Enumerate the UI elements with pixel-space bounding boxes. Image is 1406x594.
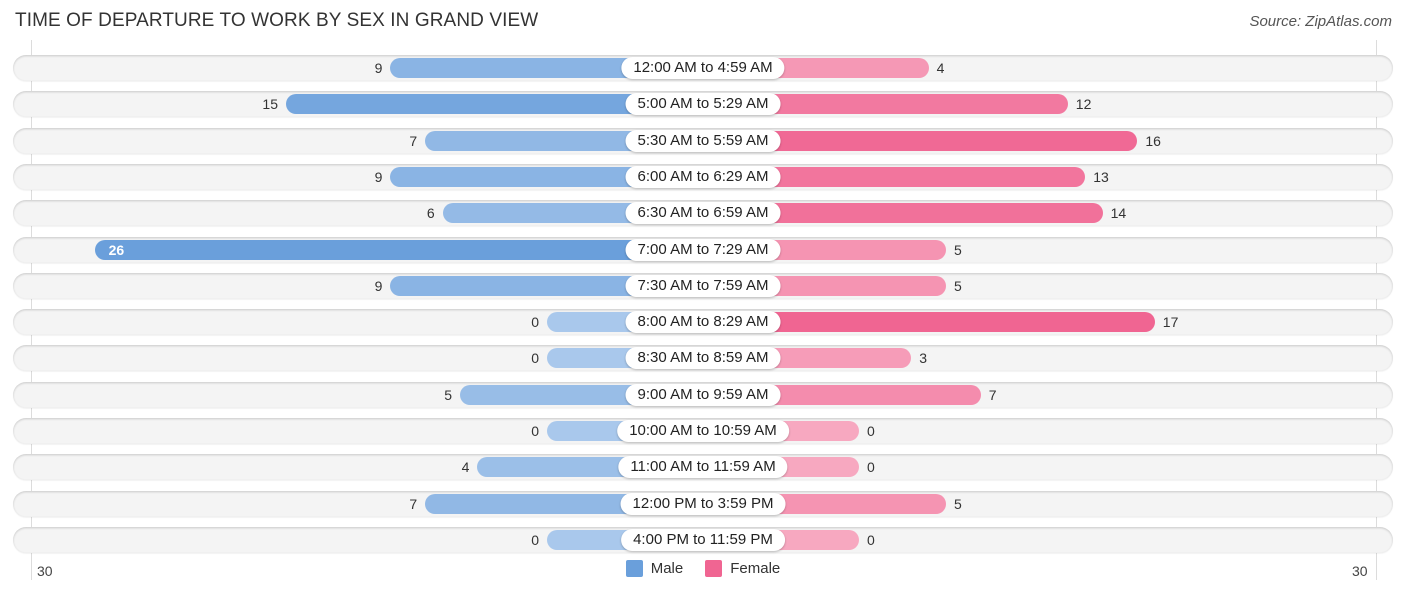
category-label: 6:30 AM to 6:59 AM [625, 202, 781, 225]
category-label: 7:00 AM to 7:29 AM [625, 238, 781, 261]
male-value-label: 9 [374, 168, 383, 185]
female-value-label: 5 [954, 241, 962, 258]
female-value-label: 13 [1093, 168, 1109, 185]
chart-title: TIME OF DEPARTURE TO WORK BY SEX IN GRAN… [15, 10, 539, 31]
male-value-label: 9 [374, 60, 383, 76]
male-value-label: 4 [461, 459, 470, 476]
legend: Male Female [0, 560, 1406, 577]
category-label: 10:00 AM to 10:59 AM [617, 420, 789, 442]
category-label: 5:30 AM to 5:59 AM [625, 129, 781, 152]
male-value-label: 0 [531, 314, 539, 331]
male-value-label: 7 [409, 132, 418, 149]
female-value-label: 3 [919, 350, 927, 367]
female-value-label: 0 [867, 423, 875, 439]
male-value-label: 5 [444, 386, 452, 403]
legend-item-female[interactable]: Female [705, 560, 780, 577]
category-label: 12:00 PM to 3:59 PM [620, 492, 786, 515]
female-value-label: 5 [954, 277, 962, 294]
female-value-label: 7 [988, 386, 997, 403]
male-bar[interactable] [94, 239, 703, 260]
source-label: Source: ZipAtlas.com [1249, 13, 1392, 30]
male-value-label: 15 [262, 96, 278, 113]
category-label: 5:00 AM to 5:29 AM [625, 93, 781, 116]
male-value-label: 9 [374, 277, 383, 294]
female-value-label: 17 [1162, 314, 1179, 331]
female-value-label: 0 [867, 459, 875, 476]
female-value-label: 16 [1145, 132, 1161, 149]
male-value-label: 7 [409, 495, 418, 512]
male-value-label: 26 [108, 241, 125, 258]
legend-label-male: Male [650, 560, 684, 577]
category-label: 11:00 AM to 11:59 AM [618, 456, 788, 479]
category-label: 8:30 AM to 8:59 AM [625, 347, 781, 370]
category-label: 4:00 PM to 11:59 PM [621, 528, 785, 551]
female-value-label: 12 [1075, 96, 1092, 113]
female-value-label: 5 [954, 495, 962, 512]
male-value-label: 0 [531, 531, 539, 548]
category-label: 7:30 AM to 7:59 AM [625, 274, 781, 297]
female-value-label: 14 [1110, 205, 1127, 222]
female-swatch-icon [705, 560, 723, 577]
category-label: 12:00 AM to 4:59 AM [621, 57, 785, 79]
category-label: 9:00 AM to 9:59 AM [625, 383, 781, 406]
female-value-label: 4 [936, 60, 945, 76]
male-value-label: 0 [531, 423, 539, 439]
male-value-label: 6 [426, 205, 435, 222]
legend-label-female: Female [730, 560, 781, 577]
category-label: 6:00 AM to 6:29 AM [625, 165, 781, 188]
male-value-label: 0 [531, 350, 539, 367]
legend-item-male[interactable]: Male [625, 560, 684, 577]
female-value-label: 0 [867, 531, 875, 548]
male-swatch-icon [625, 560, 643, 577]
category-label: 8:00 AM to 8:29 AM [625, 311, 781, 334]
